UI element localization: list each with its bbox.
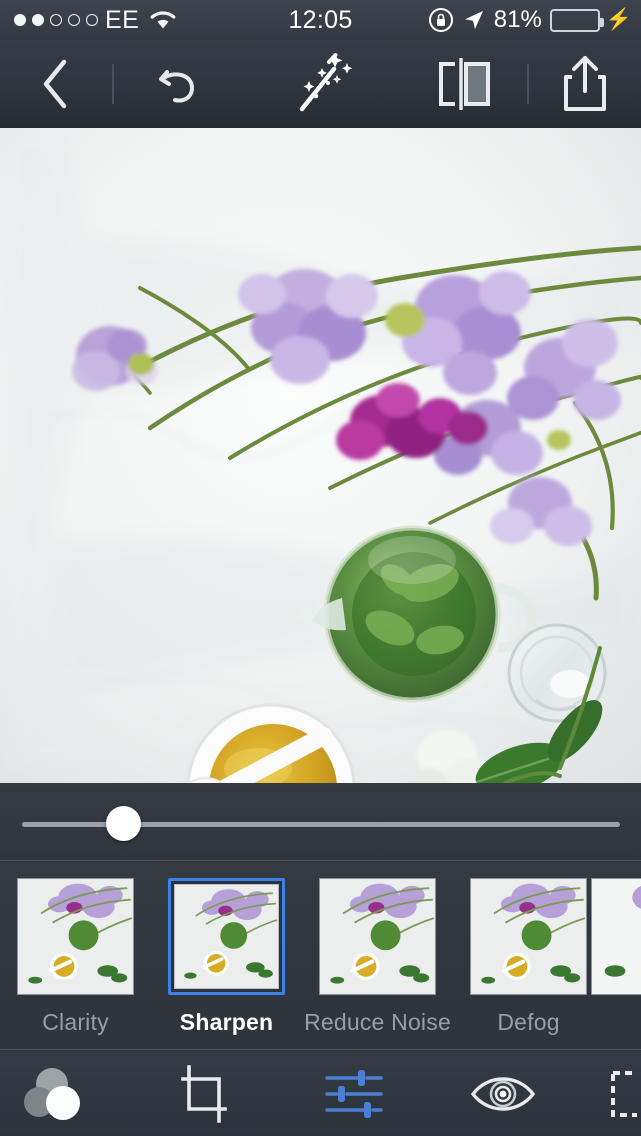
filter-item-reduce-noise[interactable]: Reduce Noise — [302, 862, 453, 1036]
filter-thumbnail-clarity[interactable] — [17, 878, 134, 995]
status-bar: EE 12:05 81% ⚡ — [0, 0, 641, 40]
editor-toolbar — [0, 40, 641, 128]
share-export-icon — [564, 56, 606, 111]
eye-healing-icon — [470, 1076, 535, 1111]
back-chevron-icon — [43, 59, 67, 109]
auto-enhance-button[interactable] — [257, 40, 387, 128]
undo-button[interactable] — [114, 40, 242, 128]
adjustment-slider-panel — [0, 783, 641, 861]
battery-icon — [549, 8, 604, 32]
compare-button[interactable] — [401, 40, 527, 128]
nav-frame-button[interactable] — [597, 1051, 641, 1136]
filter-item-sharpen[interactable]: Sharpen — [151, 862, 302, 1036]
nav-adjust-button[interactable] — [299, 1051, 409, 1136]
thumbnail-preview-icon — [175, 885, 278, 988]
filter-item-defog[interactable]: Defog — [453, 862, 604, 1036]
filter-thumbnail-defog[interactable] — [470, 878, 587, 995]
thumbnail-preview-icon — [591, 879, 641, 994]
filter-label-clarity: Clarity — [42, 1009, 109, 1035]
crop-icon — [181, 1064, 228, 1123]
undo-arrow-icon — [159, 70, 194, 103]
share-button[interactable] — [529, 40, 641, 128]
editor-bottom-nav — [0, 1051, 641, 1136]
back-button[interactable] — [0, 40, 112, 128]
edited-photo — [0, 128, 641, 783]
filter-item-next-partial[interactable] — [590, 862, 641, 1009]
nav-redeye-button[interactable] — [448, 1051, 558, 1136]
filter-label-sharpen: Sharpen — [179, 1009, 274, 1035]
slider-thumb[interactable] — [106, 806, 142, 841]
magic-wand-icon — [299, 53, 352, 112]
before-after-compare-icon — [439, 58, 490, 110]
thumbnail-preview-icon — [471, 879, 586, 994]
photo-canvas[interactable] — [0, 128, 641, 783]
photo-editor-app: EE 12:05 81% ⚡ Clarity Sharpen Reduce No… — [0, 0, 641, 1136]
filter-thumbnail-next[interactable] — [590, 878, 641, 995]
nav-looks-button[interactable] — [0, 1051, 110, 1136]
status-bar-clock: 12:05 — [288, 5, 353, 34]
filter-label-reduce-noise: Reduce Noise — [304, 1009, 451, 1035]
looks-presets-icon — [24, 1067, 80, 1120]
adjustment-filter-strip[interactable]: Clarity Sharpen Reduce Noise Defog — [0, 862, 641, 1050]
adjust-sliders-icon — [324, 1069, 383, 1118]
thumbnail-preview-icon — [320, 879, 435, 994]
thumbnail-preview-icon — [18, 879, 133, 994]
filter-label-defog: Defog — [497, 1009, 560, 1035]
filter-item-clarity[interactable]: Clarity — [0, 862, 151, 1036]
nav-crop-button[interactable] — [149, 1051, 259, 1136]
filter-thumbnail-sharpen[interactable] — [168, 878, 285, 995]
frame-selection-icon — [611, 1070, 637, 1117]
filter-thumbnail-reduce-noise[interactable] — [319, 878, 436, 995]
